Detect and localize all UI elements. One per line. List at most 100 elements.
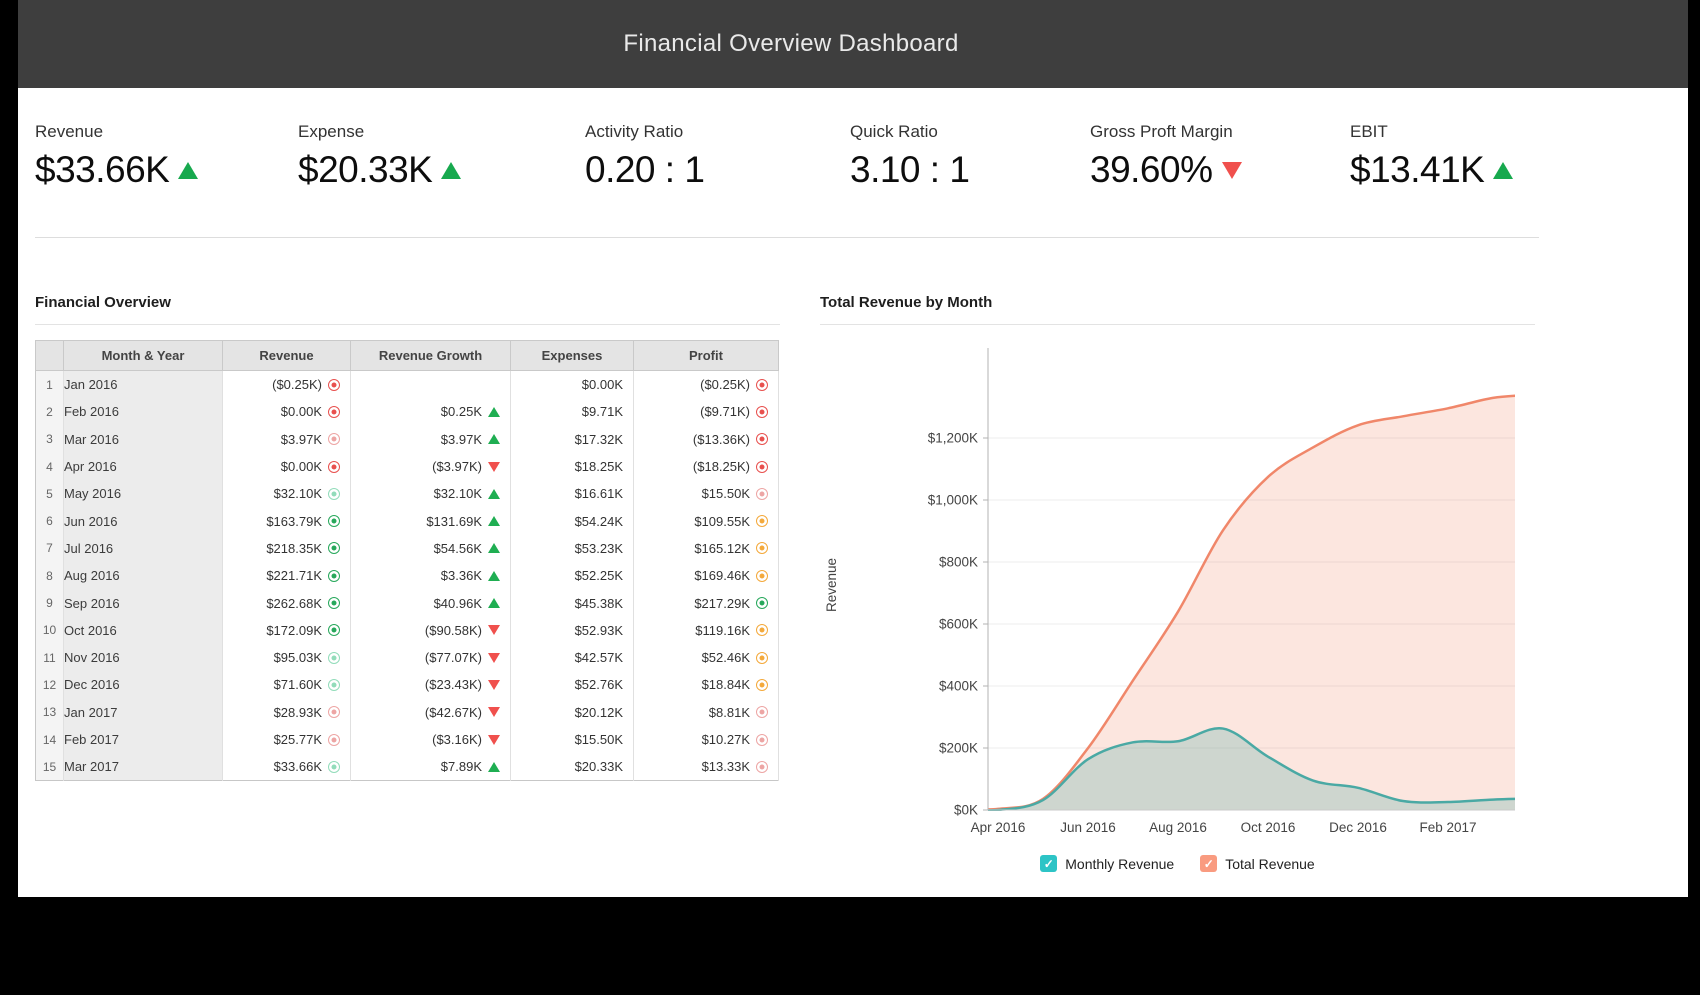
table-row[interactable]: 8Aug 2016$221.71K$3.36K$52.25K$169.46K — [36, 562, 779, 589]
status-icon-slot — [755, 379, 768, 391]
revenue-cell-content: $163.79K — [223, 514, 350, 529]
trend-icon-slot — [487, 735, 500, 745]
growth-value: $0.25K — [441, 404, 482, 419]
expenses-cell: $52.25K — [511, 562, 634, 589]
kpi-value: $20.33K — [298, 149, 432, 191]
row-number: 12 — [36, 671, 64, 698]
y-tick-label: $0K — [954, 803, 978, 818]
growth-value: ($3.97K) — [432, 459, 482, 474]
growth-cell-content: $54.56K — [351, 541, 510, 556]
revenue-cell: $221.71K — [223, 562, 351, 589]
expenses-cell: $52.93K — [511, 617, 634, 644]
expenses-cell: $20.12K — [511, 699, 634, 726]
status-icon-slot — [755, 570, 768, 582]
month-cell: Feb 2016 — [64, 398, 223, 425]
expenses-cell-content: $17.32K — [511, 432, 633, 447]
growth-cell-content: ($77.07K) — [351, 650, 510, 665]
bullseye-icon-pale-red — [328, 706, 340, 718]
profit-cell: $217.29K — [634, 589, 779, 616]
legend-item-monthly-revenue[interactable]: ✓Monthly Revenue — [1040, 855, 1174, 872]
table-row[interactable]: 10Oct 2016$172.09K($90.58K)$52.93K$119.1… — [36, 617, 779, 644]
y-tick-label: $200K — [939, 741, 978, 756]
table-row[interactable]: 2Feb 2016$0.00K$0.25K$9.71K($9.71K) — [36, 398, 779, 425]
status-icon-slot — [327, 734, 340, 746]
table-row[interactable]: 6Jun 2016$163.79K$131.69K$54.24K$109.55K — [36, 507, 779, 534]
legend-checkbox-monthly-revenue[interactable]: ✓ — [1040, 855, 1057, 872]
growth-value: ($90.58K) — [425, 623, 482, 638]
revenue-cell-content: $95.03K — [223, 650, 350, 665]
expenses-cell-content: $0.00K — [511, 377, 633, 392]
revenue-growth-cell: ($3.16K) — [351, 726, 511, 753]
table-row[interactable]: 9Sep 2016$262.68K$40.96K$45.38K$217.29K — [36, 589, 779, 616]
table-row[interactable]: 5May 2016$32.10K$32.10K$16.61K$15.50K — [36, 480, 779, 507]
revenue-cell-content: $218.35K — [223, 541, 350, 556]
growth-cell-content: ($90.58K) — [351, 623, 510, 638]
trend-icon-slot — [487, 598, 500, 608]
status-icon-slot — [327, 488, 340, 500]
growth-value: $3.36K — [441, 568, 482, 583]
table-row[interactable]: 13Jan 2017$28.93K($42.67K)$20.12K$8.81K — [36, 699, 779, 726]
expenses-value: $53.23K — [575, 541, 623, 556]
x-tick-label: Apr 2016 — [971, 820, 1026, 835]
table-row[interactable]: 12Dec 2016$71.60K($23.43K)$52.76K$18.84K — [36, 671, 779, 698]
revenue-growth-cell: ($23.43K) — [351, 671, 511, 698]
expenses-value: $52.76K — [575, 677, 623, 692]
trend-icon-slot — [487, 434, 500, 444]
growth-cell-content: $3.36K — [351, 568, 510, 583]
table-row[interactable]: 1Jan 2016($0.25K)$0.00K($0.25K) — [36, 371, 779, 399]
expenses-cell: $9.71K — [511, 398, 634, 425]
revenue-growth-cell: $54.56K — [351, 535, 511, 562]
profit-value: $119.16K — [695, 623, 750, 638]
expenses-value: $54.24K — [575, 514, 623, 529]
revenue-growth-cell: $0.25K — [351, 398, 511, 425]
status-icon-slot — [755, 461, 768, 473]
profit-value: $217.29K — [694, 596, 750, 611]
revenue-growth-cell — [351, 371, 511, 399]
revenue-cell-content: $32.10K — [223, 486, 350, 501]
trend-icon-slot — [487, 516, 500, 526]
profit-value: $13.33K — [702, 759, 750, 774]
trend-up-icon — [488, 407, 500, 417]
expenses-cell: $15.50K — [511, 726, 634, 753]
profit-cell: $10.27K — [634, 726, 779, 753]
revenue-cell: $71.60K — [223, 671, 351, 698]
revenue-growth-cell: $40.96K — [351, 589, 511, 616]
revenue-growth-cell: ($3.97K) — [351, 453, 511, 480]
table-row[interactable]: 7Jul 2016$218.35K$54.56K$53.23K$165.12K — [36, 535, 779, 562]
table-row[interactable]: 11Nov 2016$95.03K($77.07K)$42.57K$52.46K — [36, 644, 779, 671]
kpi-label: Activity Ratio — [585, 122, 704, 142]
table-row[interactable]: 4Apr 2016$0.00K($3.97K)$18.25K($18.25K) — [36, 453, 779, 480]
revenue-cell: $218.35K — [223, 535, 351, 562]
bullseye-icon-pale-red — [328, 734, 340, 746]
status-icon-slot — [327, 706, 340, 718]
bullseye-icon-red — [328, 461, 340, 473]
table-row[interactable]: 14Feb 2017$25.77K($3.16K)$15.50K$10.27K — [36, 726, 779, 753]
y-tick-label: $1,000K — [928, 493, 978, 508]
legend-item-total-revenue[interactable]: ✓Total Revenue — [1200, 855, 1315, 872]
legend-checkbox-total-revenue[interactable]: ✓ — [1200, 855, 1217, 872]
revenue-cell-content: $28.93K — [223, 705, 350, 720]
bullseye-icon-red — [756, 406, 768, 418]
status-icon-slot — [327, 624, 340, 636]
expenses-cell: $0.00K — [511, 371, 634, 399]
row-number: 13 — [36, 699, 64, 726]
expenses-cell-content: $15.50K — [511, 732, 633, 747]
status-icon-slot — [755, 706, 768, 718]
expenses-cell-content: $42.57K — [511, 650, 633, 665]
table-row[interactable]: 3Mar 2016$3.97K$3.97K$17.32K($13.36K) — [36, 426, 779, 453]
screenshot-stage: Financial Overview Dashboard Revenue$33.… — [0, 0, 1700, 995]
chart-panel-underline — [820, 324, 1535, 325]
x-tick-label: Dec 2016 — [1329, 820, 1387, 835]
row-number: 2 — [36, 398, 64, 425]
growth-cell-content: ($3.97K) — [351, 459, 510, 474]
table-row[interactable]: 15Mar 2017$33.66K$7.89K$20.33K$13.33K — [36, 753, 779, 781]
revenue-cell: $163.79K — [223, 507, 351, 534]
expenses-cell-content: $20.33K — [511, 759, 633, 774]
status-icon-slot — [755, 488, 768, 500]
profit-cell-content: $52.46K — [634, 650, 778, 665]
bullseye-icon-yellow — [756, 542, 768, 554]
kpi-card-revenue: Revenue$33.66K — [35, 122, 198, 191]
row-number: 1 — [36, 371, 64, 399]
kpi-card-activity-ratio: Activity Ratio0.20 : 1 — [585, 122, 704, 191]
row-number: 4 — [36, 453, 64, 480]
